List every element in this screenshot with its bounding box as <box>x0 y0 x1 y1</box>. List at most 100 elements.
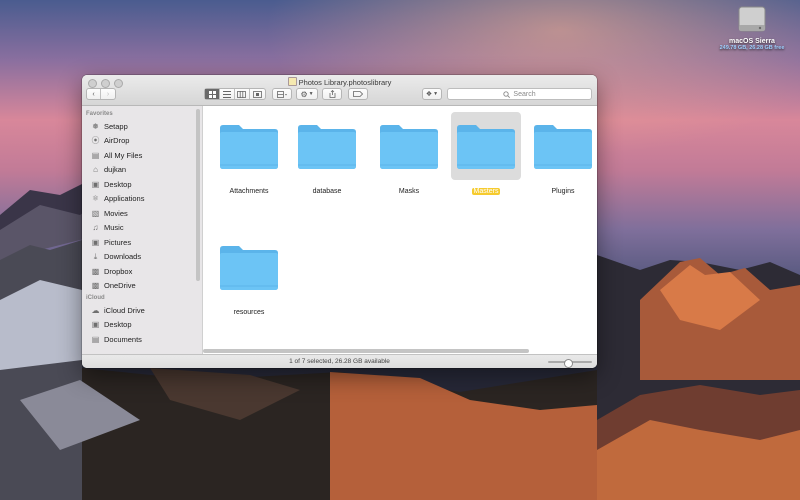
desktop-disk-macos-sierra[interactable]: macOS Sierra 249.78 GB, 26.28 GB free <box>712 4 792 51</box>
view-mode-control <box>204 88 266 100</box>
sidebar-scrollbar[interactable] <box>196 109 200 281</box>
coverflow-icon <box>252 90 262 98</box>
search-placeholder: Search <box>513 90 536 98</box>
chevron-down-icon: ▼ <box>308 91 314 97</box>
folder-icon <box>534 125 592 169</box>
gallery-view-button[interactable] <box>250 89 265 99</box>
sidebar-item-label: OneDrive <box>104 281 136 291</box>
sidebar-item-icloud-drive[interactable]: ☁ iCloud Drive <box>82 303 202 318</box>
status-bar: 1 of 7 selected, 26.28 GB available <box>82 354 597 368</box>
chevron-left-icon: ‹ <box>92 90 95 98</box>
grid-icon <box>208 90 216 98</box>
sidebar-item-dujkan[interactable]: ⌂ dujkan <box>82 163 202 178</box>
sidebar-item-setapp[interactable]: ❅ Setapp <box>82 119 202 134</box>
list-view-button[interactable] <box>220 89 236 99</box>
cloud-icon: ☁ <box>91 305 100 315</box>
folder-icon <box>380 125 438 169</box>
sidebar: Favorites ❅ Setapp ⦿ AirDrop ▤ All My Files ⌂ d… <box>82 106 203 354</box>
group-icon <box>276 90 287 98</box>
sidebar-item-pictures[interactable]: ▣ Pictures <box>82 235 202 250</box>
sidebar-item-label: Downloads <box>104 252 142 262</box>
status-text: 1 of 7 selected, 26.28 GB available <box>289 358 390 365</box>
group-by-button[interactable] <box>272 88 292 100</box>
movies-icon: ▧ <box>91 208 100 218</box>
sidebar-item-label: All My Files <box>104 150 143 160</box>
sidebar-item-label: Desktop <box>104 320 132 330</box>
sidebar-item-label: Applications <box>104 194 145 204</box>
folder-icon: ▩ <box>91 266 100 276</box>
library-file-icon <box>287 77 297 86</box>
horizontal-scrollbar[interactable] <box>203 349 529 353</box>
share-button[interactable] <box>322 88 342 100</box>
sidebar-item-all-my-files[interactable]: ▤ All My Files <box>82 148 202 163</box>
documents-icon: ▤ <box>91 334 100 344</box>
sidebar-item-desktop[interactable]: ▣ Desktop <box>82 318 202 333</box>
sidebar-item-desktop[interactable]: ▣ Desktop <box>82 177 202 192</box>
nav-buttons: ‹ › <box>86 88 116 100</box>
chevron-right-icon: › <box>106 90 110 98</box>
favorites-list: ❅ Setapp ⦿ AirDrop ▤ All My Files ⌂ dujkan ▣ Desk… <box>82 119 202 293</box>
desktop-icon: ▣ <box>91 320 100 330</box>
window-title-text: Photos Library.photoslibrary <box>298 78 392 87</box>
folder-icon-tile <box>528 112 597 180</box>
sidebar-item-label: iCloud Drive <box>104 305 145 315</box>
sidebar-item-airdrop[interactable]: ⦿ AirDrop <box>82 134 202 149</box>
columns-icon <box>237 90 247 98</box>
downloads-icon: ⤓ <box>93 251 98 261</box>
folder-icon <box>220 246 278 290</box>
desktop-icon: ▣ <box>91 179 100 189</box>
folder-attachments[interactable]: Attachments <box>212 112 286 198</box>
list-icon <box>223 90 232 98</box>
sidebar-item-label: AirDrop <box>104 136 130 146</box>
sidebar-item-documents[interactable]: ▤ Documents <box>82 332 202 347</box>
all-files-icon: ▤ <box>91 150 100 160</box>
gear-icon: ⚙ <box>300 89 308 99</box>
folder-icon-tile <box>214 112 284 180</box>
home-icon: ⌂ <box>93 165 98 175</box>
folder-masters[interactable]: Masters <box>449 112 523 198</box>
search-icon <box>503 90 511 98</box>
back-button[interactable]: ‹ <box>87 89 102 99</box>
sidebar-item-applications[interactable]: ⚛ Applications <box>82 192 202 207</box>
forward-button[interactable]: › <box>101 89 115 99</box>
icon-size-slider[interactable] <box>548 358 592 368</box>
icon-view-button[interactable] <box>205 89 221 99</box>
tags-button[interactable] <box>348 88 368 100</box>
sidebar-item-label: Movies <box>104 208 128 218</box>
window-toolbar: Photos Library.photoslibrary ‹ › ⚙ ▼ ❖ ▼… <box>82 75 597 106</box>
sidebar-item-music[interactable]: ♫ Music <box>82 221 202 236</box>
sidebar-item-label: Desktop <box>104 179 132 189</box>
window-title: Photos Library.photoslibrary <box>82 77 597 87</box>
folder-label: Attachments <box>229 188 269 195</box>
action-button[interactable]: ⚙ ▼ <box>296 88 318 100</box>
sidebar-item-dropbox[interactable]: ▩ Dropbox <box>82 264 202 279</box>
chevron-down-icon: ▼ <box>433 91 439 97</box>
share-icon <box>329 90 335 98</box>
folder-plugins[interactable]: Plugins <box>526 112 597 198</box>
music-icon: ♫ <box>92 223 99 233</box>
sidebar-header-icloud: iCloud <box>86 295 105 301</box>
folder-resources[interactable]: resources <box>212 233 286 319</box>
sidebar-item-onedrive[interactable]: ▩ OneDrive <box>82 279 202 294</box>
sidebar-item-label: dujkan <box>104 165 127 175</box>
file-browser-content: Attachments database Masks Masters Plugins re… <box>203 106 597 354</box>
pictures-icon: ▣ <box>91 237 100 247</box>
sidebar-header-favorites: Favorites <box>86 111 113 117</box>
hard-drive-icon <box>736 4 768 36</box>
folder-icon <box>298 125 356 169</box>
sidebar-item-downloads[interactable]: ⤓ Downloads <box>82 250 202 265</box>
sidebar-item-movies[interactable]: ▧ Movies <box>82 206 202 221</box>
search-field[interactable]: Search <box>447 88 592 100</box>
sidebar-item-label: Documents <box>104 334 142 344</box>
applications-icon: ⚛ <box>91 194 100 204</box>
slider-knob[interactable] <box>564 358 574 368</box>
column-view-button[interactable] <box>235 89 250 99</box>
folder-icon-tile <box>374 112 444 180</box>
dropbox-icon: ❖ <box>425 91 433 98</box>
folder-masks[interactable]: Masks <box>372 112 446 198</box>
folder-label: Masks <box>398 188 420 195</box>
sidebar-item-label: Setapp <box>104 121 128 131</box>
folder-label: database <box>312 188 342 195</box>
folder-database[interactable]: database <box>290 112 364 198</box>
dropbox-button[interactable]: ❖ ▼ <box>422 88 442 100</box>
